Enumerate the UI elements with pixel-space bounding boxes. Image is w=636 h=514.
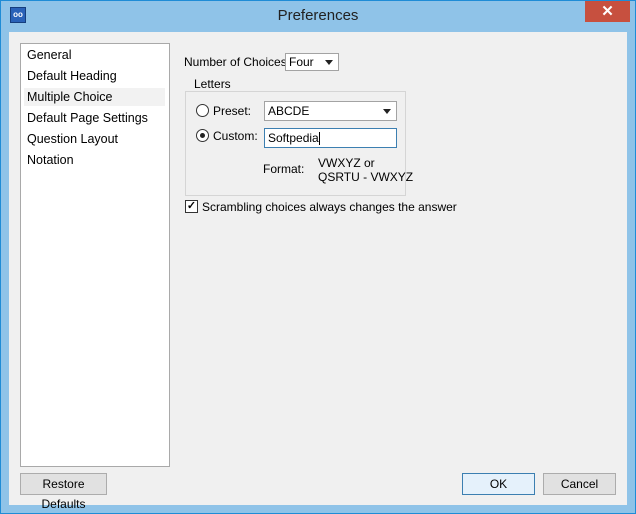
number-of-choices-label: Number of Choices:: [184, 55, 291, 69]
text-caret: [318, 132, 320, 146]
ok-button[interactable]: OK: [462, 473, 535, 495]
number-of-choices-value: Four: [289, 55, 314, 69]
number-of-choices-select[interactable]: Four: [285, 53, 339, 71]
dialog-body: General Default Heading Multiple Choice …: [9, 32, 627, 511]
custom-letters-value: Softpedia: [268, 131, 319, 145]
sidebar-item-notation[interactable]: Notation: [24, 151, 165, 169]
check-icon: ✓: [186, 200, 197, 212]
scramble-checkbox[interactable]: ✓: [185, 200, 198, 213]
radio-selected-dot: [200, 133, 205, 138]
sidebar-item-default-page-settings[interactable]: Default Page Settings: [24, 109, 165, 127]
custom-radio[interactable]: [196, 129, 209, 142]
sidebar-item-default-heading[interactable]: Default Heading: [24, 67, 165, 85]
custom-label: Custom:: [213, 129, 258, 143]
sidebar-item-question-layout[interactable]: Question Layout: [24, 130, 165, 148]
preset-select[interactable]: ABCDE: [264, 101, 397, 121]
chevron-down-icon: [325, 60, 333, 65]
preset-value: ABCDE: [268, 104, 310, 118]
cancel-button[interactable]: Cancel: [543, 473, 616, 495]
format-label: Format:: [263, 162, 305, 176]
custom-letters-input[interactable]: Softpedia: [264, 128, 397, 148]
close-button[interactable]: ✕: [585, 1, 630, 22]
restore-defaults-button[interactable]: Restore Defaults: [20, 473, 107, 511]
format-example-2: QSRTU - VWXYZ: [318, 170, 414, 184]
window-title: Preferences: [277, 7, 359, 24]
scramble-label: Scrambling choices always changes the an…: [202, 200, 457, 214]
format-example-1: VWXYZ or: [318, 156, 375, 170]
preset-radio[interactable]: [196, 104, 209, 117]
title-bar[interactable]: oo Preferences ✕: [1, 1, 635, 32]
sidebar-item-general[interactable]: General: [24, 46, 165, 64]
sidebar-item-multiple-choice[interactable]: Multiple Choice: [24, 88, 165, 106]
category-list[interactable]: General Default Heading Multiple Choice …: [20, 43, 170, 467]
letters-group-title: Letters: [191, 77, 234, 91]
preferences-window: oo Preferences ✕ General Default Heading…: [0, 0, 636, 514]
chevron-down-icon: [383, 109, 391, 114]
preset-label: Preset:: [213, 104, 252, 118]
